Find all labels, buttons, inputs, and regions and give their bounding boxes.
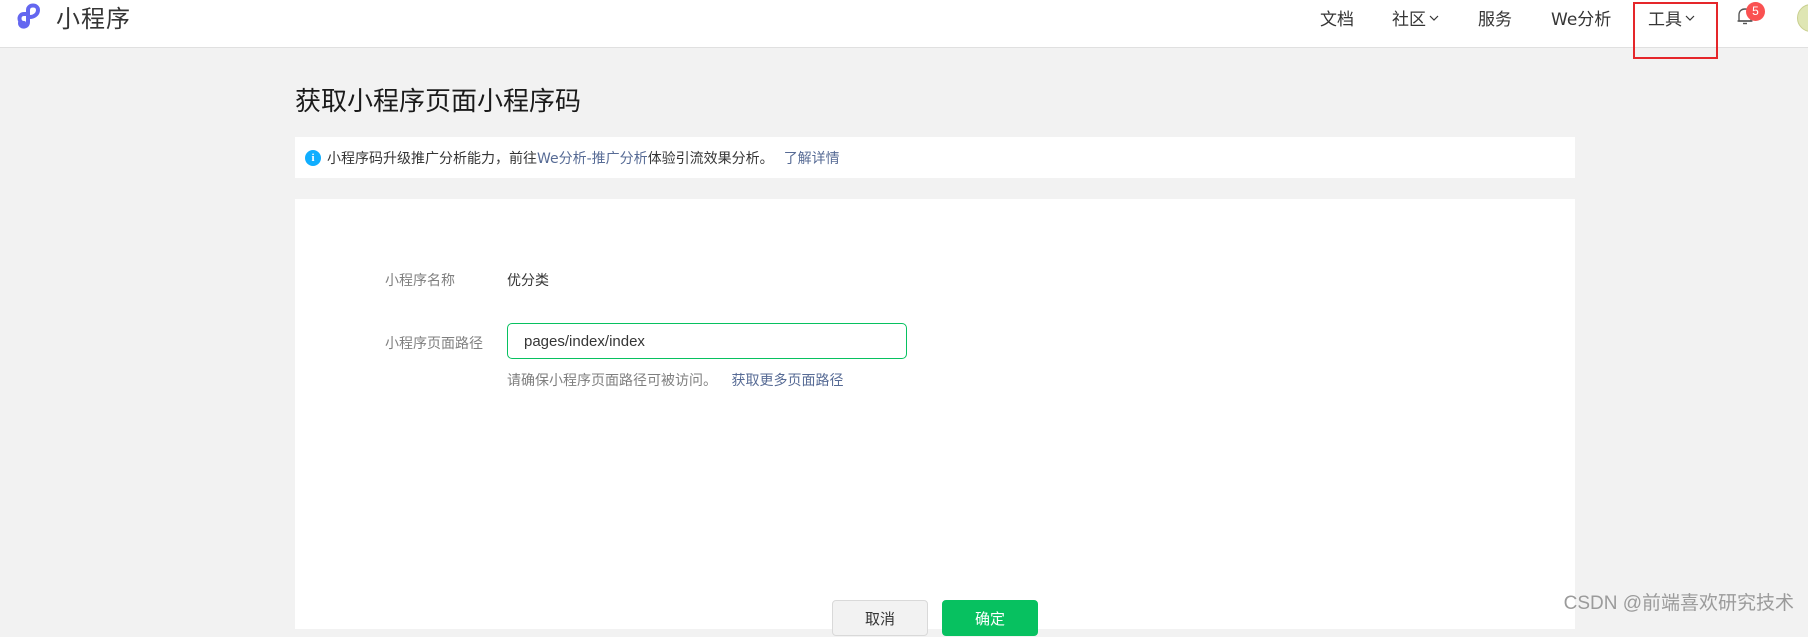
mini-program-logo-icon xyxy=(16,1,46,31)
learn-more-link[interactable]: 了解详情 xyxy=(784,148,840,168)
nav-services[interactable]: 服务 xyxy=(1478,0,1512,34)
user-avatar[interactable] xyxy=(1797,4,1808,32)
page-path-input[interactable] xyxy=(507,323,907,359)
app-logo[interactable]: 小程序 xyxy=(16,0,131,33)
top-navigation-bar: 小程序 文档 社区 服务 We分析 工具 5 xyxy=(0,0,1808,48)
notification-badge: 5 xyxy=(1746,2,1765,21)
path-hint: 请确保小程序页面路径可被访问。 获取更多页面路径 xyxy=(507,370,843,390)
info-icon: i xyxy=(305,149,321,166)
nav-community-label: 社区 xyxy=(1392,9,1426,30)
mini-program-name-value: 优分类 xyxy=(507,273,549,289)
notice-text: 小程序码升级推广分析能力，前往 xyxy=(327,150,537,167)
mini-program-name-label: 小程序名称 xyxy=(385,273,455,289)
page-title: 获取小程序页面小程序码 xyxy=(295,87,582,117)
chevron-down-icon xyxy=(1429,7,1439,27)
cancel-button[interactable]: 取消 xyxy=(832,600,928,636)
page-path-label: 小程序页面路径 xyxy=(385,336,483,352)
confirm-button[interactable]: 确定 xyxy=(942,600,1038,636)
notice-text-after: 体验引流效果分析。 xyxy=(647,150,774,167)
info-notice-bar: i 小程序码升级推广分析能力，前往 We分析-推广分析 体验引流效果分析。 了解… xyxy=(295,137,1575,178)
highlight-annotation-box xyxy=(1633,2,1718,59)
path-hint-text: 请确保小程序页面路径可被访问。 xyxy=(507,373,717,389)
nav-community[interactable]: 社区 xyxy=(1392,0,1439,34)
nav-docs[interactable]: 文档 xyxy=(1320,0,1354,34)
nav-we-analytics[interactable]: We分析 xyxy=(1551,0,1611,34)
form-card xyxy=(295,199,1575,629)
app-title: 小程序 xyxy=(56,4,131,33)
csdn-watermark: CSDN @前端喜欢研究技术 xyxy=(1563,593,1794,614)
more-paths-link[interactable]: 获取更多页面路径 xyxy=(731,373,843,389)
we-analytics-promo-link[interactable]: We分析-推广分析 xyxy=(537,148,648,168)
